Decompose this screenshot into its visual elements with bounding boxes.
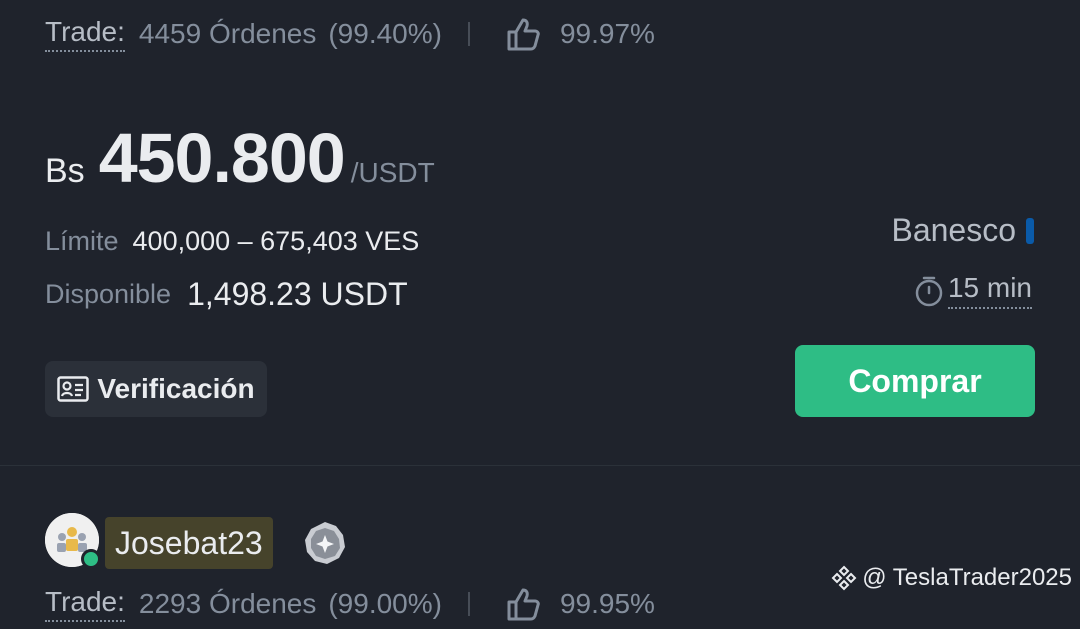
available-row: Disponible 1,498.23 USDT <box>45 276 408 313</box>
merchant-username[interactable]: Josebat23 <box>105 517 273 569</box>
payment-color-bar <box>1026 217 1034 244</box>
thumbs-up-icon <box>506 16 542 52</box>
available-label: Disponible <box>45 279 172 309</box>
payment-method-label: Banesco <box>891 212 1016 248</box>
limit-value: 400,000 – 675,403 VES <box>132 226 420 256</box>
watermark-text: @ TeslaTrader2025 <box>862 564 1072 591</box>
payment-method: Banesco <box>891 212 1034 249</box>
completion-rate: (99.40%) <box>328 18 442 49</box>
next-thumbs-up-icon <box>506 586 542 622</box>
listing-divider <box>0 465 1080 466</box>
currency-symbol: Bs <box>45 152 85 190</box>
available-value: 1,498.23 USDT <box>187 276 408 312</box>
price-unit: /USDT <box>350 157 435 188</box>
next-positive-rate: 99.95% <box>559 588 655 619</box>
price-block: Bs 450.800 /USDT <box>45 118 435 198</box>
watermark: @ TeslaTrader2025 <box>830 564 1072 592</box>
stats-divider <box>467 22 470 46</box>
next-completion-rate: (99.00%) <box>328 588 442 619</box>
timer-icon <box>914 275 944 307</box>
verification-tag[interactable]: Verificación <box>45 361 267 417</box>
limit-label: Límite <box>45 226 119 256</box>
time-limit: 15 min <box>914 272 1032 309</box>
price-value: 450.800 <box>98 119 346 197</box>
merchant-badge-icon[interactable] <box>303 521 347 565</box>
online-status-dot <box>81 549 101 569</box>
id-card-icon <box>57 376 90 402</box>
buy-button[interactable]: Comprar <box>795 345 1035 417</box>
trade-stats-row: Trade: 4459 Órdenes (99.40%) 99.97% <box>45 16 655 52</box>
binance-logo-icon <box>830 564 858 592</box>
verification-label: Verificación <box>97 373 255 404</box>
next-trade-label[interactable]: Trade: <box>45 586 125 622</box>
next-stats-divider <box>467 592 470 616</box>
orders-count: 4459 Órdenes <box>138 18 317 49</box>
positive-rate: 99.97% <box>559 18 655 49</box>
trade-label[interactable]: Trade: <box>45 16 125 52</box>
time-limit-value[interactable]: 15 min <box>947 272 1032 309</box>
next-trade-stats-row: Trade: 2293 Órdenes (99.00%) 99.95% <box>45 586 655 622</box>
next-orders-count: 2293 Órdenes <box>138 588 317 619</box>
limit-row: Límite 400,000 – 675,403 VES <box>45 226 419 257</box>
